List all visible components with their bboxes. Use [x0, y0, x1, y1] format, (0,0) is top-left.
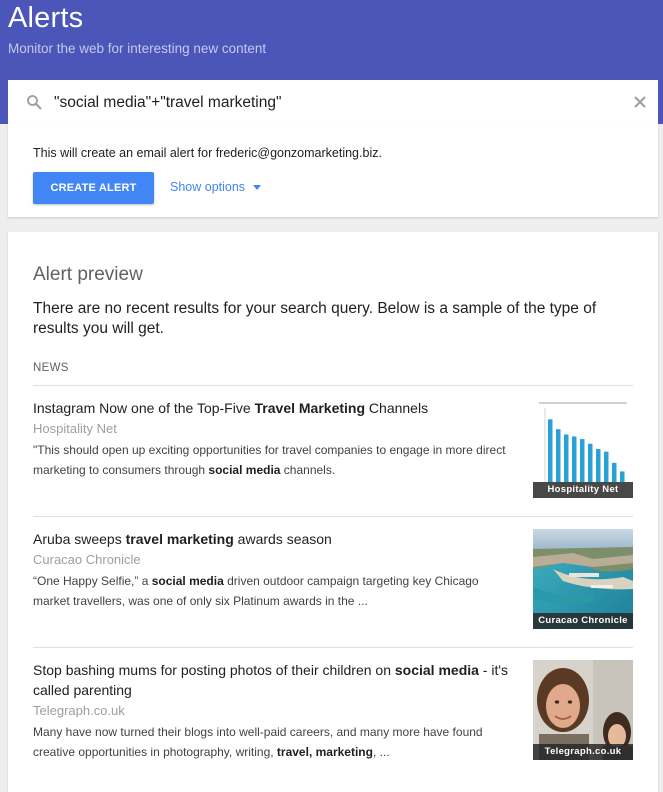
- create-alert-button[interactable]: CREATE ALERT: [33, 172, 154, 204]
- thumbnail-bar: [588, 443, 593, 482]
- thumbnail-caption: Hospitality Net: [533, 482, 633, 498]
- search-input[interactable]: "social media"+"travel marketing": [54, 94, 281, 112]
- page-subtitle: Monitor the web for interesting new cont…: [8, 41, 267, 56]
- close-icon[interactable]: [632, 94, 648, 110]
- chevron-down-icon: [253, 185, 262, 191]
- alert-preview-card: Alert preview There are no recent result…: [8, 232, 658, 792]
- preview-title: Alert preview: [33, 264, 143, 285]
- thumbnail-bar: [556, 429, 561, 482]
- thumbnail-bar: [620, 471, 625, 482]
- thumbnail-caption: Curacao Chronicle: [533, 613, 633, 629]
- article-thumbnail[interactable]: Hospitality Net: [533, 398, 633, 498]
- show-options-label: Show options: [170, 180, 246, 194]
- show-options-link[interactable]: Show options: [170, 180, 262, 194]
- news-item[interactable]: Instagram Now one of the Top-Five Travel…: [33, 398, 633, 498]
- divider: [33, 647, 633, 648]
- preview-message: There are no recent results for your sea…: [33, 300, 597, 337]
- article-snippet: Many have now turned their blogs into we…: [33, 725, 483, 759]
- divider: [33, 516, 633, 517]
- article-title[interactable]: Aruba sweeps travel marketing awards sea…: [33, 529, 513, 549]
- news-item[interactable]: Stop bashing mums for posting photos of …: [33, 660, 633, 762]
- thumbnail-bar: [548, 419, 553, 482]
- thumbnail-bar: [612, 462, 617, 482]
- article-snippet: “One Happy Selfie,” a social media drive…: [33, 574, 479, 608]
- email-info-text: This will create an email alert for fred…: [33, 146, 382, 160]
- article-thumbnail[interactable]: Telegraph.co.uk: [533, 660, 633, 760]
- article-title[interactable]: Instagram Now one of the Top-Five Travel…: [33, 398, 513, 418]
- create-alert-card: This will create an email alert for fred…: [8, 124, 658, 217]
- thumbnail-caption: Telegraph.co.uk: [533, 744, 633, 760]
- page-title: Alerts: [8, 2, 84, 34]
- article-thumbnail[interactable]: Curacao Chronicle: [533, 529, 633, 629]
- thumbnail-bar: [572, 436, 577, 482]
- search-bar[interactable]: "social media"+"travel marketing": [8, 80, 658, 125]
- thumbnail-bar: [596, 449, 601, 482]
- search-icon: [27, 95, 42, 110]
- thumbnail-bar: [564, 434, 569, 482]
- article-snippet: "This should open up exciting opportunit…: [33, 443, 506, 477]
- thumbnail-bar: [580, 439, 585, 482]
- section-label-news: NEWS: [33, 362, 69, 374]
- news-item[interactable]: Aruba sweeps travel marketing awards sea…: [33, 529, 633, 629]
- article-title[interactable]: Stop bashing mums for posting photos of …: [33, 660, 513, 700]
- thumbnail-bar: [604, 451, 609, 482]
- divider: [33, 385, 633, 386]
